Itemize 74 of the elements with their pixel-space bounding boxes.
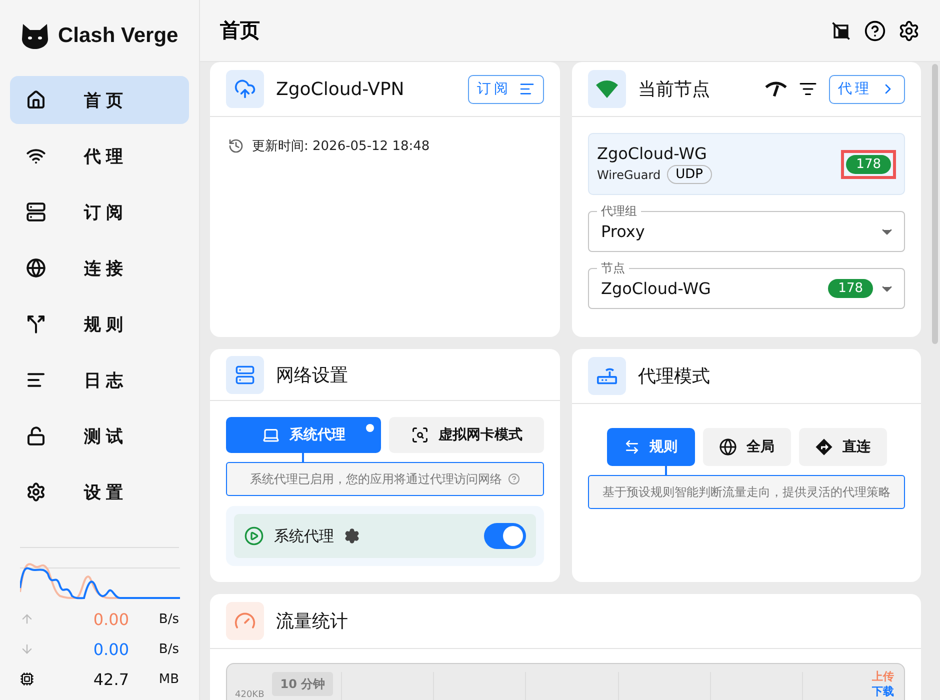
delay-badge: 178 <box>846 154 891 174</box>
mode-tab[interactable]: 直连 <box>798 428 886 466</box>
swap-arrows-icon <box>624 439 640 455</box>
nav-item[interactable]: 设置 <box>10 468 189 516</box>
laptop-icon <box>262 426 280 444</box>
nav-item[interactable]: 连接 <box>10 244 189 292</box>
server-icon <box>235 364 255 384</box>
nav-item[interactable]: 测试 <box>10 412 189 460</box>
mode-tab[interactable]: 全局 <box>702 428 790 466</box>
scan-search-icon <box>410 426 428 444</box>
hint-text: 系统代理已启用，您的应用将通过代理访问网络 <box>250 470 502 488</box>
stat-unit: MB <box>158 672 179 686</box>
legend-label: 上传 <box>872 670 894 683</box>
arrow-down-icon <box>20 642 34 656</box>
card-title: 流量统计 <box>276 610 349 633</box>
layout-off-icon[interactable] <box>830 20 852 42</box>
cat-logo-icon <box>20 21 50 51</box>
nav-item[interactable]: 首页 <box>10 76 189 124</box>
nav-item[interactable]: 代理 <box>10 132 189 180</box>
stat-value: 0.00 <box>92 610 130 628</box>
hint-text: 基于预设规则智能判断流量走向，提供灵活的代理策略 <box>602 484 890 500</box>
fork-arrow-icon <box>26 314 46 334</box>
nav-item[interactable]: 规则 <box>10 300 189 348</box>
unlock-icon <box>26 426 46 446</box>
delay-badge: 178 <box>828 279 873 298</box>
proxy-button[interactable]: 代理 <box>829 74 905 104</box>
help-icon <box>508 473 520 485</box>
signal-icon <box>595 79 619 99</box>
stat-unit: B/s <box>158 612 179 626</box>
mode-tab[interactable]: 虚拟网卡模式 <box>389 417 544 453</box>
settings-icon[interactable] <box>898 20 920 42</box>
chip-icon <box>20 672 34 686</box>
arrow-up-icon <box>20 612 34 626</box>
nav-item[interactable]: 订阅 <box>10 188 189 236</box>
proxy-group-select[interactable]: 代理组 Proxy <box>588 203 905 252</box>
sort-icon[interactable] <box>799 80 817 98</box>
app-name: Clash Verge <box>58 24 178 48</box>
nav-item[interactable]: 日志 <box>10 356 189 404</box>
settings-icon[interactable] <box>344 528 360 544</box>
card-title: 代理模式 <box>638 365 711 388</box>
router-icon <box>596 366 618 386</box>
play-icon <box>244 526 264 546</box>
node-type: WireGuard <box>597 168 661 182</box>
globe-icon <box>26 258 46 278</box>
home-icon <box>26 90 46 110</box>
settings-icon <box>26 482 46 502</box>
update-time: 更新时间: 2026-05-12 18:48 <box>252 138 430 155</box>
card-title: ZgoCloud-VPN <box>276 78 406 100</box>
direction-sign-icon <box>814 438 832 456</box>
subscription-button[interactable]: 订阅 <box>468 74 544 104</box>
mode-tab[interactable]: 系统代理 <box>226 417 381 453</box>
globe-icon <box>718 438 736 456</box>
stat-value: 0.00 <box>92 640 130 658</box>
toggle-switch[interactable] <box>484 523 526 549</box>
server-icon <box>26 202 46 222</box>
wifi-icon <box>26 146 46 166</box>
stat-value: 42.7 <box>92 670 130 688</box>
card-title: 当前节点 <box>638 78 711 101</box>
axis-label: 420KB <box>235 690 264 700</box>
stat-unit: B/s <box>158 642 179 656</box>
mode-tab[interactable]: 规则 <box>606 428 694 466</box>
help-icon[interactable] <box>864 20 886 42</box>
legend-label: 下载 <box>872 685 894 698</box>
speed-test-icon[interactable] <box>765 80 787 98</box>
toggle-label: 系统代理 <box>274 526 334 546</box>
node-name: ZgoCloud-WG <box>597 144 708 163</box>
node-select[interactable]: 节点 ZgoCloud-WG 178 <box>588 260 905 309</box>
list-icon <box>519 81 535 97</box>
history-icon <box>228 138 244 154</box>
lines-icon <box>26 370 46 390</box>
page-title: 首页 <box>220 17 261 44</box>
cloud-upload-icon <box>234 78 256 100</box>
card-title: 网络设置 <box>276 364 349 386</box>
protocol-tag: UDP <box>666 165 712 184</box>
